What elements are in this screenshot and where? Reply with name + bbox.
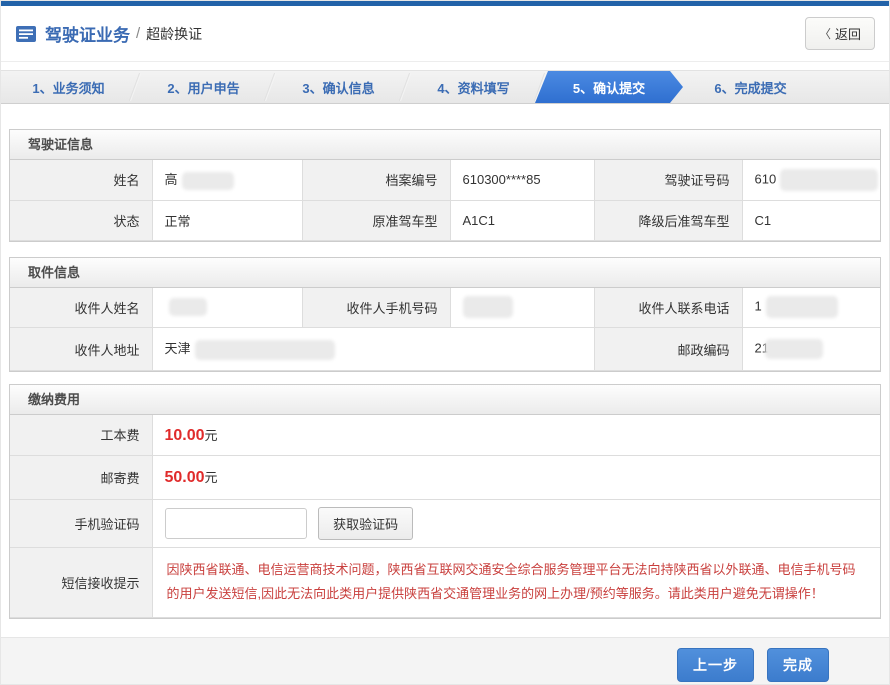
card-fee-unit: 元 bbox=[205, 428, 218, 443]
field-label-original-class: 原准驾车型 bbox=[302, 200, 450, 240]
postage-fee-unit: 元 bbox=[205, 470, 218, 485]
step-tab-1[interactable]: 1、业务须知 bbox=[1, 71, 136, 103]
redaction bbox=[766, 296, 838, 318]
section-title-pickup: 取件信息 bbox=[10, 258, 880, 288]
field-label-license-no: 驾驶证号码 bbox=[594, 160, 742, 200]
field-value-recipient-address: 天津 bbox=[152, 328, 594, 371]
field-label-postage-fee: 邮寄费 bbox=[10, 455, 152, 499]
field-label-file-no: 档案编号 bbox=[302, 160, 450, 200]
field-value-recipient-phone: 1 bbox=[742, 288, 880, 328]
field-label-recipient-mobile: 收件人手机号码 bbox=[302, 288, 450, 328]
chevron-left-icon: 〈 bbox=[819, 25, 831, 42]
sms-code-input[interactable] bbox=[165, 508, 307, 539]
license-form-icon bbox=[15, 25, 37, 43]
field-label-downgraded-class: 降级后准驾车型 bbox=[594, 200, 742, 240]
page: 驾驶证业务 / 超龄换证 〈 返回 1、业务须知 2、用户申告 3、确认信息 4… bbox=[0, 0, 890, 685]
section-title-fees: 缴纳费用 bbox=[10, 385, 880, 415]
card-fee-amount: 10.00 bbox=[165, 427, 205, 444]
pickup-info-panel: 取件信息 收件人姓名 收件人手机号码 收件人联系电话 1 收件人地址 天津 邮政… bbox=[9, 257, 881, 373]
redaction bbox=[765, 339, 823, 359]
field-value-recipient-mobile bbox=[450, 288, 594, 328]
field-label-postal-code: 邮政编码 bbox=[594, 328, 742, 371]
redaction bbox=[463, 296, 513, 318]
back-button-label: 返回 bbox=[835, 24, 861, 43]
redaction bbox=[169, 298, 207, 316]
step-tab-3[interactable]: 3、确认信息 bbox=[271, 71, 406, 103]
field-label-status: 状态 bbox=[10, 200, 152, 240]
back-button[interactable]: 〈 返回 bbox=[805, 17, 875, 50]
field-label-recipient-name: 收件人姓名 bbox=[10, 288, 152, 328]
get-sms-code-button[interactable]: 获取验证码 bbox=[318, 507, 413, 540]
postage-fee-amount: 50.00 bbox=[165, 469, 205, 486]
field-value-status: 正常 bbox=[152, 200, 302, 240]
field-value-recipient-name bbox=[152, 288, 302, 328]
redaction bbox=[780, 169, 878, 191]
step-bar-filler bbox=[818, 71, 889, 103]
table-row: 收件人姓名 收件人手机号码 收件人联系电话 1 bbox=[10, 288, 880, 328]
field-label-recipient-phone: 收件人联系电话 bbox=[594, 288, 742, 328]
field-label-sms-code: 手机验证码 bbox=[10, 499, 152, 547]
page-title: 驾驶证业务 bbox=[45, 21, 130, 46]
footer-action-bar: 上一步 完成 bbox=[1, 637, 889, 685]
table-row: 姓名 高 档案编号 610300****85 驾驶证号码 610 bbox=[10, 160, 880, 200]
fees-table: 工本费 10.00元 邮寄费 50.00元 手机验证码 获取验证码 短信接收提示 bbox=[10, 415, 880, 618]
table-row: 收件人地址 天津 邮政编码 21 bbox=[10, 328, 880, 371]
license-info-panel: 驾驶证信息 姓名 高 档案编号 610300****85 驾驶证号码 610 状… bbox=[9, 129, 881, 242]
field-value-postal-code: 21 bbox=[742, 328, 880, 371]
table-row: 手机验证码 获取验证码 bbox=[10, 499, 880, 547]
table-row: 工本费 10.00元 bbox=[10, 415, 880, 455]
field-value-postage-fee: 50.00元 bbox=[152, 455, 880, 499]
field-value-card-fee: 10.00元 bbox=[152, 415, 880, 455]
field-label-card-fee: 工本费 bbox=[10, 415, 152, 455]
step-progress-bar: 1、业务须知 2、用户申告 3、确认信息 4、资料填写 5、确认提交 6、完成提… bbox=[1, 70, 889, 104]
field-label-name: 姓名 bbox=[10, 160, 152, 200]
section-title-license: 驾驶证信息 bbox=[10, 130, 880, 160]
field-value-name: 高 bbox=[152, 160, 302, 200]
field-value-file-no: 610300****85 bbox=[450, 160, 594, 200]
table-row: 短信接收提示 因陕西省联通、电信运营商技术问题，陕西省互联网交通安全综合服务管理… bbox=[10, 547, 880, 617]
main-content: 驾驶证信息 姓名 高 档案编号 610300****85 驾驶证号码 610 状… bbox=[1, 129, 889, 619]
breadcrumb-current: 超龄换证 bbox=[146, 24, 202, 44]
sms-note-text: 因陕西省联通、电信运营商技术问题，陕西省互联网交通安全综合服务管理平台无法向持陕… bbox=[152, 547, 880, 617]
breadcrumb-separator: / bbox=[136, 25, 140, 42]
page-header: 驾驶证业务 / 超龄换证 〈 返回 bbox=[1, 6, 889, 62]
step-tab-6[interactable]: 6、完成提交 bbox=[683, 71, 818, 103]
field-value-original-class: A1C1 bbox=[450, 200, 594, 240]
redaction bbox=[182, 172, 234, 190]
license-info-table: 姓名 高 档案编号 610300****85 驾驶证号码 610 状态 正常 原… bbox=[10, 160, 880, 241]
sms-code-cell: 获取验证码 bbox=[152, 499, 880, 547]
previous-step-button[interactable]: 上一步 bbox=[677, 648, 754, 682]
redaction bbox=[195, 340, 335, 360]
step-tab-5-active[interactable]: 5、确认提交 bbox=[535, 71, 683, 103]
field-value-downgraded-class: C1 bbox=[742, 200, 880, 240]
table-row: 邮寄费 50.00元 bbox=[10, 455, 880, 499]
fees-panel: 缴纳费用 工本费 10.00元 邮寄费 50.00元 手机验证码 获取验证码 bbox=[9, 384, 881, 619]
field-value-license-no: 610 bbox=[742, 160, 880, 200]
field-label-recipient-address: 收件人地址 bbox=[10, 328, 152, 371]
pickup-info-table: 收件人姓名 收件人手机号码 收件人联系电话 1 收件人地址 天津 邮政编码 21 bbox=[10, 288, 880, 372]
finish-button[interactable]: 完成 bbox=[767, 648, 829, 682]
step-tab-2[interactable]: 2、用户申告 bbox=[136, 71, 271, 103]
table-row: 状态 正常 原准驾车型 A1C1 降级后准驾车型 C1 bbox=[10, 200, 880, 240]
step-tab-4[interactable]: 4、资料填写 bbox=[406, 71, 541, 103]
field-label-sms-note: 短信接收提示 bbox=[10, 547, 152, 617]
